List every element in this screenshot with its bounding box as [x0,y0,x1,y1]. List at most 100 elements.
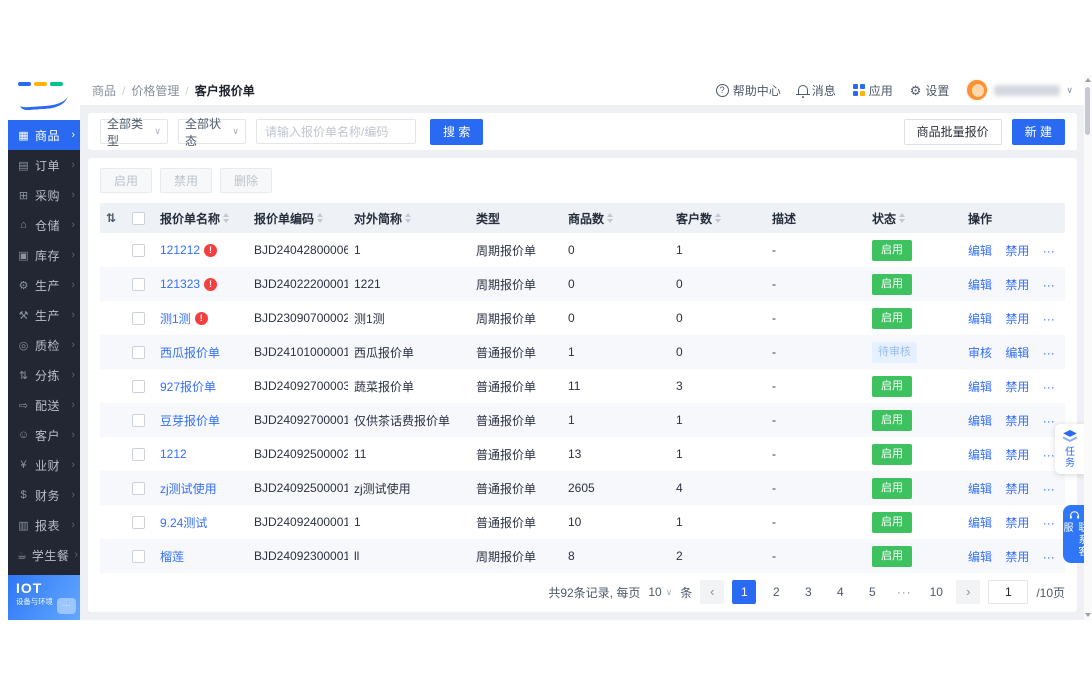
bulk-enable-button[interactable]: 启用 [100,168,152,193]
column-header[interactable]: 商品数 [562,203,670,233]
column-header[interactable]: 客户数 [670,203,766,233]
row-action-more[interactable]: ··· [1043,516,1055,530]
row-checkbox[interactable] [132,312,145,325]
row-action-secondary[interactable]: 禁用 [1005,278,1029,292]
row-checkbox[interactable] [132,414,145,427]
sidebar-footer[interactable]: IOT 设备与环境 ··· [8,575,80,620]
row-action-more[interactable]: ··· [1043,380,1055,394]
row-action-primary[interactable]: 编辑 [968,244,992,258]
quote-name-link[interactable]: 1212 [160,447,187,461]
apps-button[interactable]: 应用 [853,82,893,99]
page-number-button[interactable]: 5 [860,580,884,604]
sort-icon[interactable] [405,213,411,223]
quote-name-link[interactable]: 121323 [160,277,200,291]
sidebar-item[interactable]: ¥ 业财 › [8,450,80,480]
row-action-more[interactable]: ··· [1043,312,1055,326]
row-action-primary[interactable]: 编辑 [968,448,992,462]
quote-name-link[interactable]: zj测试使用 [160,480,217,497]
chat-bubble-icon[interactable]: ··· [57,598,76,614]
sidebar-item[interactable]: ☺ 客户 › [8,420,80,450]
breadcrumb-item[interactable]: 商品 [92,82,125,99]
breadcrumb-item[interactable]: 价格管理 [131,82,188,99]
type-filter-select[interactable]: 全部类型 ∨ [100,119,168,144]
row-action-primary[interactable]: 编辑 [968,482,992,496]
row-action-primary[interactable]: 审核 [968,346,992,360]
task-float-button[interactable]: 任务 [1055,424,1085,474]
row-action-more[interactable]: ··· [1043,482,1055,496]
quote-name-link[interactable]: 豆芽报价单 [160,412,220,429]
quote-name-link[interactable]: 测1测 [160,310,191,327]
row-action-more[interactable]: ··· [1043,244,1055,258]
quote-name-link[interactable]: 9.24测试 [160,514,207,531]
row-checkbox[interactable] [132,380,145,393]
row-action-primary[interactable]: 编辑 [968,550,992,564]
breadcrumb-item[interactable]: 客户报价单 [195,82,255,99]
sort-icon[interactable] [715,213,721,223]
settings-button[interactable]: ⚙ 设置 [910,82,950,99]
row-action-secondary[interactable]: 禁用 [1005,482,1029,496]
sort-icon[interactable] [899,213,905,223]
page-number-button[interactable]: ··· [892,580,916,604]
page-size-select[interactable]: 10 ∨ [648,585,672,599]
sidebar-item[interactable]: ▦ 商品 › [8,120,80,150]
row-action-secondary[interactable]: 禁用 [1005,380,1029,394]
sort-icon[interactable] [317,213,323,223]
row-action-primary[interactable]: 编辑 [968,516,992,530]
next-page-button[interactable]: › [956,580,980,604]
row-action-secondary[interactable]: 禁用 [1005,244,1029,258]
page-number-button[interactable]: 2 [764,580,788,604]
sidebar-item[interactable]: ▤ 订单 › [8,150,80,180]
row-action-primary[interactable]: 编辑 [968,380,992,394]
row-checkbox[interactable] [132,278,145,291]
row-action-more[interactable]: ··· [1043,346,1055,360]
quote-name-link[interactable]: 榴莲 [160,548,184,565]
messages-button[interactable]: 消息 [798,82,836,99]
page-number-button[interactable]: 4 [828,580,852,604]
column-header[interactable]: 报价单编码 [248,203,348,233]
prev-page-button[interactable]: ‹ [700,580,724,604]
sort-icon[interactable] [607,213,613,223]
row-action-secondary[interactable]: 禁用 [1005,414,1029,428]
vertical-scrollbar[interactable] [1084,75,1092,620]
column-header[interactable]: 状态 [866,203,962,233]
column-header[interactable]: 对外简称 [348,203,470,233]
sidebar-item[interactable]: ▥ 报表 › [8,510,80,540]
customer-service-float-button[interactable]: 联系客服 [1063,505,1085,563]
column-header[interactable]: 操作 [962,203,1065,233]
row-action-secondary[interactable]: 编辑 [1005,346,1029,360]
sidebar-item[interactable]: ⇅ 分拣 › [8,360,80,390]
scrollbar-thumb[interactable] [1085,87,1090,135]
quote-name-link[interactable]: 121212 [160,243,200,257]
bulk-disable-button[interactable]: 禁用 [160,168,212,193]
row-action-secondary[interactable]: 禁用 [1005,312,1029,326]
row-action-primary[interactable]: 编辑 [968,278,992,292]
row-action-primary[interactable]: 编辑 [968,414,992,428]
row-action-primary[interactable]: 编辑 [968,312,992,326]
sidebar-item[interactable]: ⚒ 生产 › [8,300,80,330]
quote-name-link[interactable]: 西瓜报价单 [160,344,220,361]
row-checkbox[interactable] [132,550,145,563]
row-checkbox[interactable] [132,448,145,461]
scroll-down-arrow-icon[interactable] [1085,613,1091,617]
quote-name-link[interactable]: 927报价单 [160,378,216,395]
row-action-more[interactable]: ··· [1043,550,1055,564]
batch-quote-button[interactable]: 商品批量报价 [904,119,1002,145]
row-checkbox[interactable] [132,346,145,359]
row-action-more[interactable]: ··· [1043,278,1055,292]
help-center-button[interactable]: ? 帮助中心 [716,82,781,99]
sidebar-item[interactable]: ▣ 库存 › [8,240,80,270]
status-filter-select[interactable]: 全部状态 ∨ [178,119,246,144]
sidebar-item[interactable]: ⇨ 配送 › [8,390,80,420]
sidebar-item[interactable]: ⊞ 采购 › [8,180,80,210]
sidebar-item[interactable]: ☕ 学生餐 › [8,540,80,570]
row-action-secondary[interactable]: 禁用 [1005,550,1029,564]
row-checkbox[interactable] [132,516,145,529]
column-header[interactable]: 类型 [470,203,562,233]
search-button[interactable]: 搜 索 [430,119,483,145]
scroll-up-arrow-icon[interactable] [1085,78,1091,82]
user-menu[interactable]: ∨ [966,79,1073,101]
row-action-more[interactable]: ··· [1043,448,1055,462]
sidebar-item[interactable]: ◎ 质检 › [8,330,80,360]
page-number-button[interactable]: 10 [924,580,948,604]
page-jump-input[interactable] [988,580,1028,604]
